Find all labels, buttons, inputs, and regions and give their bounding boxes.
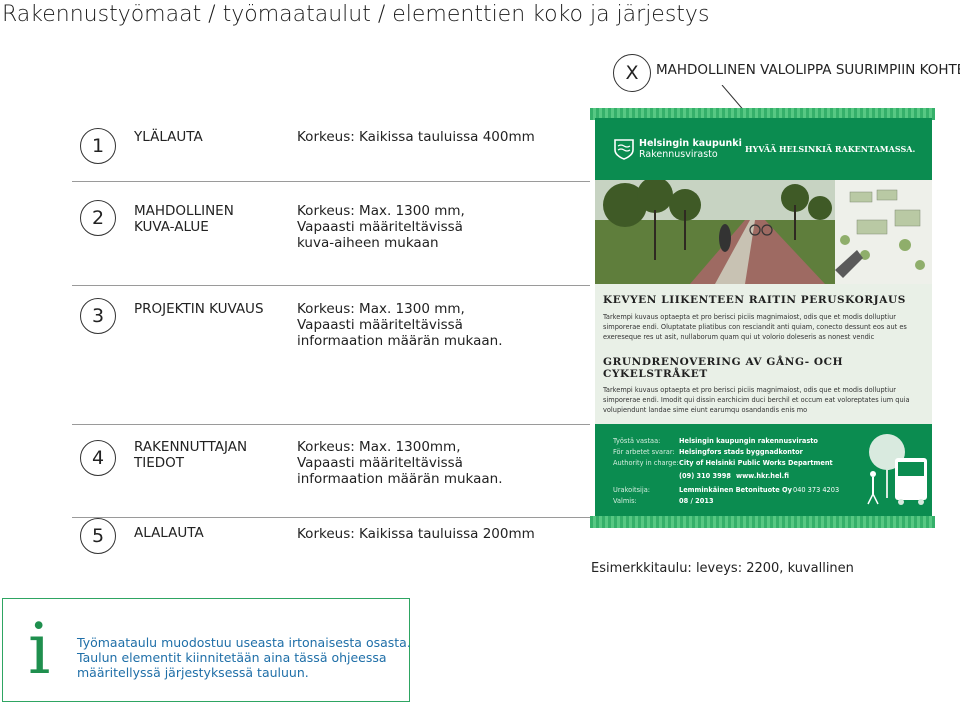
page-title: Rakennustyömaat / työmaataulut / element… <box>2 2 710 27</box>
slogan: HYVÄÄ HELSINKIÄ RAKENTAMASSA. <box>745 144 916 154</box>
row-desc-4: Korkeus: Max. 1300mm, Vapaasti määritelt… <box>297 439 503 487</box>
row-desc-3: Korkeus: Max. 1300 mm, Vapaasti määritel… <box>297 301 503 349</box>
info-sep-2: / <box>785 486 788 494</box>
row-label-line: ALALAUTA <box>134 525 204 541</box>
row-label-line: MAHDOLLINEN <box>134 203 234 219</box>
row-desc-5: Korkeus: Kaikissa tauluissa 200mm <box>297 526 535 542</box>
row-desc-line: Korkeus: Kaikissa tauluissa 200mm <box>297 526 535 542</box>
divider-1 <box>72 181 590 182</box>
divider-4 <box>72 517 590 518</box>
row-label-4: RAKENNUTTAJAN TIEDOT <box>134 439 247 471</box>
logo-line-2: Rakennusvirasto <box>639 149 718 160</box>
info-key-2: För arbetet svarar: <box>613 448 675 456</box>
row-label-3: PROJEKTIN KUVAUS <box>134 301 264 317</box>
row-desc-line: Korkeus: Kaikissa tauluissa 400mm <box>297 129 535 145</box>
logo-line-1: Helsingin kaupunki <box>639 138 742 149</box>
divider-2 <box>72 285 590 286</box>
row-num: 5 <box>91 525 105 547</box>
row-num: 4 <box>91 447 105 469</box>
note-line: Taulun elementit kiinnitetään aina tässä… <box>77 650 387 665</box>
contractor-name: Lemminkäinen Betonituote Oy <box>679 486 792 494</box>
marker-x: X <box>625 62 639 84</box>
example-caption: Esimerkkitaulu: leveys: 2200, kuvallinen <box>591 561 854 576</box>
ready-key: Valmis: <box>613 497 637 505</box>
row-desc-line: Vapaasti määriteltävissä <box>297 219 463 235</box>
row-label-5: ALALAUTA <box>134 525 204 541</box>
info-web: www.hkr.hel.fi <box>736 472 790 480</box>
row-number-5: 5 <box>80 518 116 554</box>
pedestrian-bus-illustration <box>867 434 927 505</box>
heading-sv: GRUNDRENOVERING AV GÅNG- OCH CYKELSTRÅKE… <box>603 356 844 380</box>
row-desc-line: Korkeus: Max. 1300mm, <box>297 439 461 455</box>
row-desc-line: informaation määrän mukaan. <box>297 333 503 349</box>
info-icon: i <box>28 608 51 690</box>
ready-date: 08 / 2013 <box>679 497 714 505</box>
info-value-3: City of Helsinki Public Works Department <box>679 459 833 467</box>
text-sv: Tarkempi kuvaus optaepta et pro berisci … <box>603 386 910 414</box>
row-desc-2: Korkeus: Max. 1300 mm, Vapaasti määritel… <box>297 203 465 251</box>
info-value-1: Helsingin kaupungin rakennusvirasto <box>679 437 818 445</box>
contractor-key: Urakoitsija: <box>613 486 650 494</box>
row-desc-line: kuva-aiheen mukaan <box>297 235 439 251</box>
row-number-1: 1 <box>80 128 116 164</box>
info-note-text: Työmaataulu muodostuu useasta irtonaises… <box>77 635 411 680</box>
row-desc-line: informaation määrän mukaan. <box>297 471 503 487</box>
row-desc-line: Vapaasti määriteltävissä <box>297 455 463 471</box>
info-value-2: Helsingfors stads byggnadkontor <box>679 448 803 456</box>
sign-info-panel: Työstä vastaa: Helsingin kaupungin raken… <box>595 424 932 516</box>
info-key-3: Authority in charge: <box>613 459 679 467</box>
marker-circle-x: X <box>613 54 651 92</box>
contractor-phone: 040 373 4203 <box>793 486 840 494</box>
helsinki-crest-icon <box>614 139 634 160</box>
row-label-2: MAHDOLLINEN KUVA-ALUE <box>134 203 234 235</box>
row-label-line: PROJEKTIN KUVAUS <box>134 301 264 317</box>
sign-bottom-edge <box>590 516 935 528</box>
sign-description-panel: KEVYEN LIIKENTEEN RAITIN PERUSKORJAUS Ta… <box>595 284 932 424</box>
optional-flag-label: MAHDOLLINEN VALOLIPPA SUURIMPIIN KOHTEIS… <box>656 62 960 78</box>
row-label-1: YLÄLAUTA <box>134 129 203 145</box>
info-sep-1: / <box>727 472 730 480</box>
row-number-3: 3 <box>80 298 116 334</box>
info-phone: (09) 310 3998 <box>679 472 731 480</box>
divider-3 <box>72 424 590 425</box>
row-number-4: 4 <box>80 440 116 476</box>
row-label-line: KUVA-ALUE <box>134 219 209 235</box>
heading-fi: KEVYEN LIIKENTEEN RAITIN PERUSKORJAUS <box>603 294 906 306</box>
row-desc-1: Korkeus: Kaikissa tauluissa 400mm <box>297 129 535 145</box>
row-desc-line: Vapaasti määriteltävissä <box>297 317 463 333</box>
row-label-line: TIEDOT <box>134 455 185 471</box>
row-desc-line: Korkeus: Max. 1300 mm, <box>297 203 465 219</box>
row-num: 2 <box>91 207 105 229</box>
row-label-line: YLÄLAUTA <box>134 129 203 145</box>
sign-photo-area <box>595 180 932 284</box>
row-num: 3 <box>91 305 105 327</box>
info-key-1: Työstä vastaa: <box>613 437 661 445</box>
note-line: Työmaataulu muodostuu useasta irtonaises… <box>77 635 411 650</box>
note-line: määritellyssä järjestyksessä tauluun. <box>77 665 309 680</box>
row-label-line: RAKENNUTTAJAN <box>134 439 248 455</box>
photo-illustration <box>595 180 932 284</box>
sign-top-band: Helsingin kaupunki Rakennusvirasto HYVÄÄ… <box>595 118 932 180</box>
row-desc-line: Korkeus: Max. 1300 mm, <box>297 301 465 317</box>
row-num: 1 <box>91 135 105 157</box>
text-fi: Tarkempi kuvaus optaepta et pro berisci … <box>603 313 907 341</box>
row-number-2: 2 <box>80 200 116 236</box>
